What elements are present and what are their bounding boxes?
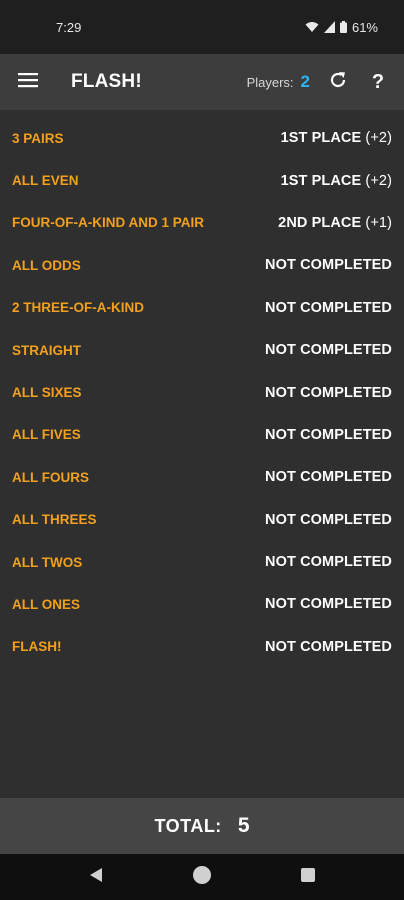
category-status: 1ST PLACE (+2) — [281, 173, 392, 189]
category-label: 2 THREE-OF-A-KIND — [12, 300, 144, 316]
back-button[interactable] — [72, 854, 120, 900]
list-item[interactable]: ALL ONES NOT COMPLETED — [0, 583, 404, 625]
category-label: FLASH! — [12, 639, 62, 655]
total-bar: TOTAL: 5 — [0, 798, 404, 854]
category-status: 1ST PLACE (+2) — [281, 130, 392, 146]
list-item[interactable]: ALL THREES NOT COMPLETED — [0, 499, 404, 541]
category-label: ALL FOURS — [12, 469, 89, 485]
list-item[interactable]: ALL TWOS NOT COMPLETED — [0, 541, 404, 583]
home-button[interactable] — [178, 854, 226, 900]
category-label: ALL FIVES — [12, 427, 81, 443]
status-time: 7:29 — [56, 19, 82, 35]
category-label: ALL THREES — [12, 512, 97, 528]
status-icons: 61% — [305, 20, 378, 35]
category-status: NOT COMPLETED — [265, 638, 392, 655]
app-title: FLASH! — [71, 71, 142, 92]
list-item[interactable]: STRAIGHT NOT COMPLETED — [0, 329, 404, 371]
category-status: NOT COMPLETED — [265, 299, 392, 316]
category-status: NOT COMPLETED — [265, 426, 392, 443]
list-item[interactable]: ALL FIVES NOT COMPLETED — [0, 414, 404, 456]
recents-button[interactable] — [284, 854, 332, 900]
wifi-icon — [305, 21, 319, 33]
category-status: NOT COMPLETED — [265, 257, 392, 274]
recents-icon — [300, 867, 316, 888]
navigation-bar — [0, 854, 404, 900]
back-icon — [88, 867, 104, 888]
total-value: 5 — [237, 814, 250, 837]
list-item[interactable]: ALL FOURS NOT COMPLETED — [0, 456, 404, 498]
category-label: 3 PAIRS — [12, 130, 64, 146]
status-text: 1ST PLACE — [280, 172, 362, 189]
category-label: STRAIGHT — [12, 342, 81, 358]
players-label: Players: — [246, 74, 294, 90]
category-label: ALL EVEN — [12, 173, 79, 189]
category-label: ALL SIXES — [12, 385, 82, 401]
battery-percent: 61% — [351, 19, 378, 35]
list-item[interactable]: ALL SIXES NOT COMPLETED — [0, 371, 404, 413]
category-status: NOT COMPLETED — [265, 511, 392, 528]
category-status: 2ND PLACE (+1) — [278, 215, 392, 231]
signal-icon — [323, 21, 335, 33]
status-text: 2ND PLACE — [278, 214, 362, 231]
category-status: NOT COMPLETED — [265, 469, 392, 486]
category-list: 3 PAIRS 1ST PLACE (+2) ALL EVEN 1ST PLAC… — [0, 117, 404, 668]
total-label: TOTAL: — [154, 815, 222, 836]
points-text: (+1) — [365, 214, 392, 231]
points-text: (+2) — [365, 172, 392, 189]
list-item[interactable]: FLASH! NOT COMPLETED — [0, 626, 404, 668]
players-count[interactable]: 2 — [301, 72, 310, 92]
category-status: NOT COMPLETED — [265, 342, 392, 359]
list-item[interactable]: 2 THREE-OF-A-KIND NOT COMPLETED — [0, 287, 404, 329]
category-label: ALL ONES — [12, 596, 81, 612]
menu-icon — [18, 72, 38, 93]
category-status: NOT COMPLETED — [265, 384, 392, 401]
category-label: ALL ODDS — [12, 257, 81, 273]
status-bar: 7:29 61% — [0, 0, 404, 54]
menu-button[interactable] — [0, 54, 56, 110]
refresh-icon — [328, 70, 348, 95]
category-label: FOUR-OF-A-KIND AND 1 PAIR — [12, 215, 204, 231]
list-item[interactable]: FOUR-OF-A-KIND AND 1 PAIR 2ND PLACE (+1) — [0, 202, 404, 244]
list-item[interactable]: ALL EVEN 1ST PLACE (+2) — [0, 159, 404, 201]
battery-icon — [339, 21, 347, 33]
status-text: 1ST PLACE — [280, 130, 362, 147]
app-bar: FLASH! Players: 2 ? — [0, 54, 404, 110]
help-button[interactable]: ? — [352, 62, 404, 102]
category-status: NOT COMPLETED — [265, 554, 392, 571]
home-icon — [192, 865, 212, 890]
category-label: ALL TWOS — [12, 554, 83, 570]
list-item[interactable]: 3 PAIRS 1ST PLACE (+2) — [0, 117, 404, 159]
refresh-button[interactable] — [324, 62, 352, 102]
category-status: NOT COMPLETED — [265, 596, 392, 613]
points-text: (+2) — [365, 130, 392, 147]
list-item[interactable]: ALL ODDS NOT COMPLETED — [0, 244, 404, 286]
